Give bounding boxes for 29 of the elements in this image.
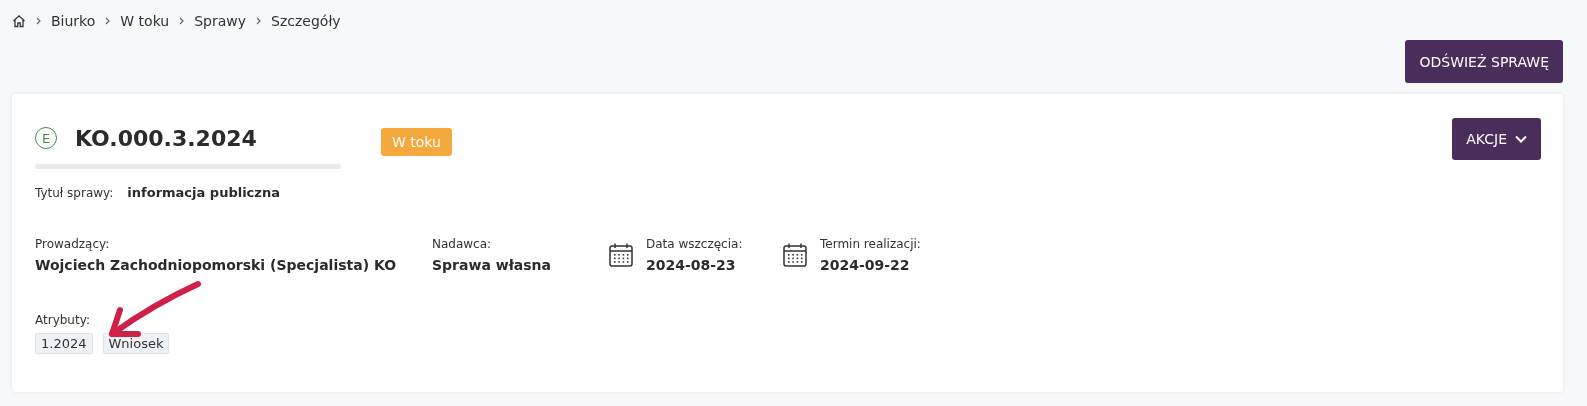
field-label: Tytuł sprawy: xyxy=(35,186,114,200)
chevron-down-icon xyxy=(1515,135,1527,143)
home-icon[interactable] xyxy=(12,14,26,28)
field-value: 2024-08-23 xyxy=(646,257,737,273)
chevron-right-icon xyxy=(256,17,262,25)
attribute-tag: Wniosek xyxy=(102,333,170,354)
actions-button[interactable]: AKCJE xyxy=(1452,118,1541,160)
field-label: Prowadzący: xyxy=(35,237,111,251)
status-badge: W toku xyxy=(381,128,452,156)
field-label: Atrybuty: xyxy=(35,313,90,327)
calendar-icon xyxy=(608,242,634,268)
field-label: Nadawca: xyxy=(432,237,493,251)
chevron-right-icon xyxy=(36,17,41,25)
breadcrumb-link[interactable]: Szczegóły xyxy=(271,13,341,29)
field-value: informacja publiczna xyxy=(127,185,280,200)
field-label: Data wszczęcia: xyxy=(646,237,743,251)
field-value: Sprawa własna xyxy=(432,257,552,273)
field-value: 2024-09-22 xyxy=(820,257,911,273)
case-number: KO.000.3.2024 xyxy=(75,125,257,151)
calendar-icon xyxy=(782,242,808,268)
refresh-button[interactable]: ODŚWIEŻ SPRAWĘ xyxy=(1405,40,1563,83)
chevron-right-icon xyxy=(105,17,111,25)
chevron-right-icon xyxy=(179,17,185,25)
attribute-tag: 1.2024 xyxy=(35,333,93,354)
breadcrumb-link[interactable]: W toku xyxy=(120,13,170,29)
breadcrumb-link[interactable]: Sprawy xyxy=(194,13,247,29)
field-label: Termin realizacji: xyxy=(820,237,921,251)
field-value: Wojciech Zachodniopomorski (Specjalista) KO xyxy=(35,257,397,273)
breadcrumb-link[interactable]: Biurko xyxy=(51,13,96,29)
